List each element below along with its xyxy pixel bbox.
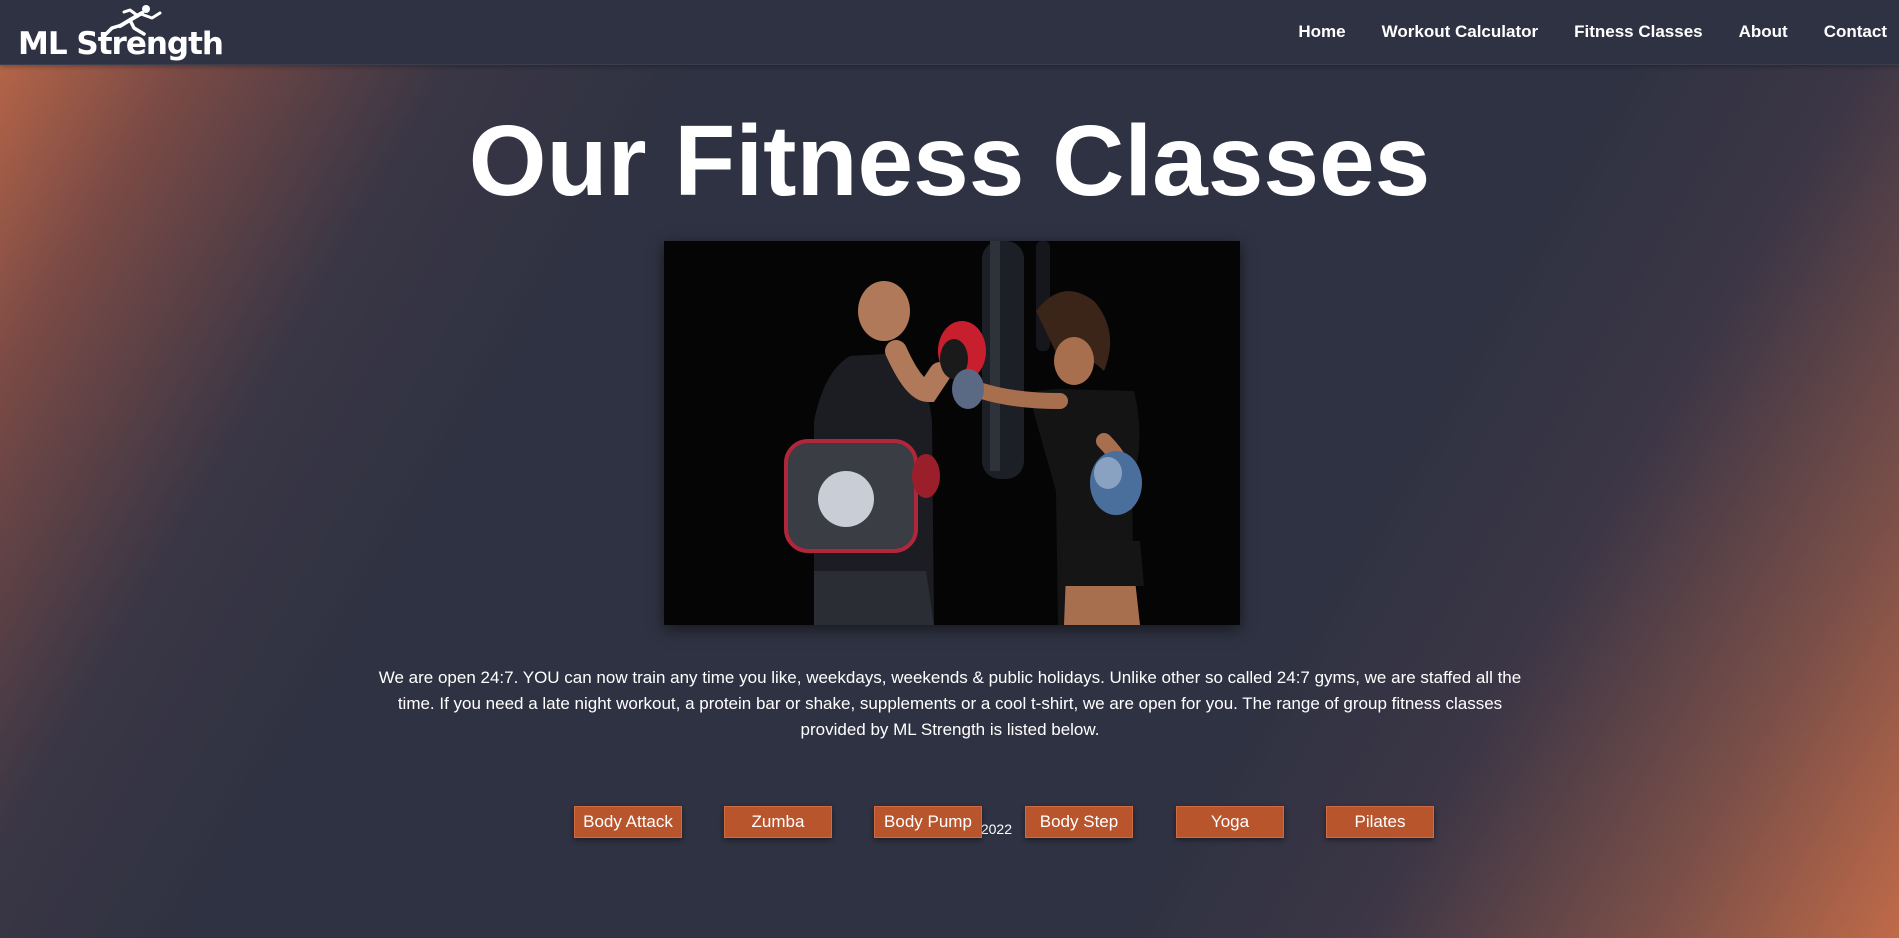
hero-image-boxing — [664, 241, 1240, 625]
logo-text: ML Strength — [18, 26, 224, 62]
class-buttons: Body Attack Zumba Body Pump Body Step Yo… — [574, 806, 1436, 840]
site-logo[interactable]: ML Strength — [18, 4, 224, 64]
class-button-body-attack[interactable]: Body Attack — [574, 806, 682, 838]
class-button-yoga[interactable]: Yoga — [1176, 806, 1284, 838]
boxing-photo-illustration — [664, 241, 1240, 625]
class-button-body-step[interactable]: Body Step — [1025, 806, 1133, 838]
navbar: ML Strength Home Workout Calculator Fitn… — [0, 0, 1899, 65]
nav-link-contact[interactable]: Contact — [1824, 22, 1887, 42]
intro-paragraph: We are open 24:7. YOU can now train any … — [378, 668, 1522, 739]
nav-link-workout-calculator[interactable]: Workout Calculator — [1382, 22, 1538, 42]
page-title: Our Fitness Classes — [468, 105, 1431, 217]
nav-link-fitness-classes[interactable]: Fitness Classes — [1574, 22, 1703, 42]
class-button-body-pump[interactable]: Body Pump — [874, 806, 982, 838]
nav-link-about[interactable]: About — [1739, 22, 1788, 42]
nav-link-home[interactable]: Home — [1298, 22, 1345, 42]
class-button-pilates[interactable]: Pilates — [1326, 806, 1434, 838]
main-nav: Home Workout Calculator Fitness Classes … — [1262, 0, 1887, 64]
class-button-zumba[interactable]: Zumba — [724, 806, 832, 838]
